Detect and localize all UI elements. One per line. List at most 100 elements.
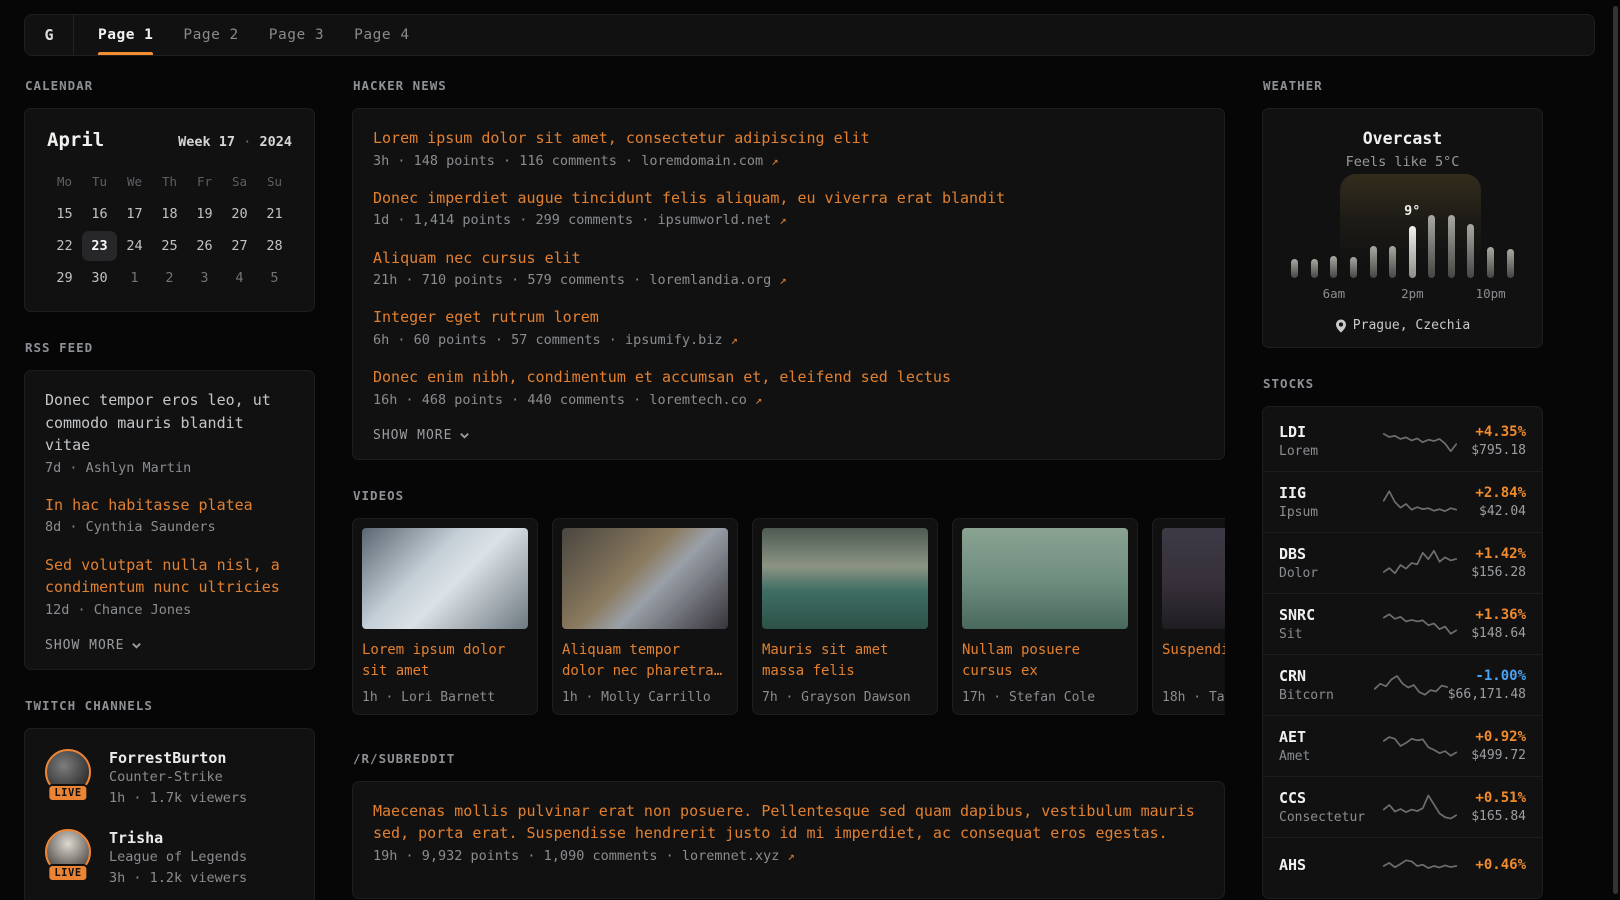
channel-category[interactable]: Counter-Strike: [109, 767, 247, 788]
hn-item-title[interactable]: Donec enim nibh, condimentum et accumsan…: [373, 366, 1204, 389]
video-thumbnail[interactable]: [562, 528, 728, 629]
calendar-day[interactable]: 4: [222, 263, 257, 293]
stock-price: $795.18: [1457, 443, 1526, 458]
scrollbar-thumb[interactable]: [1613, 6, 1618, 894]
tab-page-4[interactable]: Page 4: [354, 15, 409, 55]
rss-item-title[interactable]: Sed volutpat nulla nisl, a condimentum n…: [45, 554, 294, 599]
video-thumbnail[interactable]: [962, 528, 1128, 629]
calendar-day[interactable]: 30: [82, 263, 117, 293]
calendar-day[interactable]: 2: [152, 263, 187, 293]
stocks-section-title: STOCKS: [1263, 376, 1543, 391]
calendar-day[interactable]: 21: [257, 199, 292, 229]
video-thumbnail[interactable]: [762, 528, 928, 629]
video-thumbnail[interactable]: [362, 528, 528, 629]
weather-bar-slot: [1461, 200, 1481, 278]
calendar-day[interactable]: 19: [187, 199, 222, 229]
stock-row[interactable]: CRNBitcorn -1.00%$66,171.48: [1263, 654, 1542, 715]
calendar-day[interactable]: 26: [187, 231, 222, 261]
hn-item-title[interactable]: Lorem ipsum dolor sit amet, consectetur …: [373, 127, 1204, 150]
app-logo[interactable]: G: [25, 15, 74, 55]
calendar-day[interactable]: 18: [152, 199, 187, 229]
channel-name[interactable]: Trisha: [109, 829, 247, 847]
stock-row[interactable]: LDILorem +4.35%$795.18: [1263, 411, 1542, 471]
video-card[interactable]: Lorem ipsum dolor sit amet consectetu… 1…: [352, 518, 538, 715]
calendar-day[interactable]: 17: [117, 199, 152, 229]
calendar-day[interactable]: 22: [47, 231, 82, 261]
external-link-icon[interactable]: ↗: [731, 333, 738, 347]
weather-bar-slot: 9°: [1402, 200, 1422, 278]
video-card[interactable]: Nullam posuere cursus ex 17h · Stefan Co…: [952, 518, 1138, 715]
stock-change: +1.42%: [1457, 546, 1526, 562]
rss-item: Donec tempor eros leo, ut commodo mauris…: [45, 389, 294, 478]
stock-row[interactable]: DBSDolor +1.42%$156.28: [1263, 532, 1542, 593]
video-title[interactable]: Aliquam tempor dolor nec pharetra…: [562, 640, 728, 684]
calendar-day[interactable]: 20: [222, 199, 257, 229]
external-link-icon[interactable]: ↗: [755, 393, 762, 407]
hn-item-title[interactable]: Aliquam nec cursus elit: [373, 247, 1204, 270]
weather-location[interactable]: Prague, Czechia: [1279, 318, 1526, 333]
twitch-channel[interactable]: LIVE Trisha League of Legends 3h · 1.2k …: [45, 829, 294, 889]
video-title[interactable]: Nullam posuere cursus ex: [962, 640, 1128, 684]
tab-page-2[interactable]: Page 2: [183, 15, 238, 55]
video-card[interactable]: Mauris sit amet massa felis 7h · Grayson…: [752, 518, 938, 715]
tab-page-3[interactable]: Page 3: [269, 15, 324, 55]
stock-row[interactable]: SNRCSit +1.36%$148.64: [1263, 593, 1542, 654]
stock-row[interactable]: IIGIpsum +2.84%$42.04: [1263, 471, 1542, 532]
calendar-day[interactable]: 5: [257, 263, 292, 293]
video-title[interactable]: Lorem ipsum dolor sit amet consectetu…: [362, 640, 528, 684]
time-label: 6am: [1323, 286, 1346, 301]
stock-ticker: AET: [1279, 728, 1383, 746]
reddit-post-title[interactable]: Maecenas mollis pulvinar erat non posuer…: [373, 800, 1204, 845]
calendar-widget: April Week 17 · 2024 MoTuWeThFrSaSu15161…: [24, 108, 315, 312]
hn-item-meta: 6h · 60 points · 57 comments · ipsumify.…: [373, 330, 1204, 350]
stock-row[interactable]: CCSConsectetur +0.51%$165.84: [1263, 776, 1542, 837]
channel-meta: 1h · 1.7k viewers: [109, 788, 247, 809]
hn-show-more-button[interactable]: SHOW MORE: [373, 428, 1204, 443]
hn-item-title[interactable]: Integer eget rutrum lorem: [373, 306, 1204, 329]
calendar-day[interactable]: 16: [82, 199, 117, 229]
video-title[interactable]: Suspendisse diam: [1162, 640, 1225, 684]
video-thumbnail[interactable]: [1162, 528, 1225, 629]
external-link-icon[interactable]: ↗: [779, 213, 786, 227]
separator-dot: ·: [243, 134, 251, 150]
tab-page-1[interactable]: Page 1: [98, 15, 153, 55]
weather-location-text: Prague, Czechia: [1353, 318, 1470, 333]
calendar-dow-label: Sa: [222, 167, 257, 197]
hn-meta-text: 1d · 1,414 points · 299 comments · ipsum…: [373, 212, 771, 228]
calendar-day[interactable]: 29: [47, 263, 82, 293]
calendar-day-selected[interactable]: 23: [82, 231, 117, 261]
show-more-label: SHOW MORE: [373, 428, 452, 443]
rss-show-more-button[interactable]: SHOW MORE: [45, 638, 294, 653]
video-title[interactable]: Mauris sit amet massa felis: [762, 640, 928, 684]
stock-price: $156.28: [1457, 565, 1526, 580]
scrollbar[interactable]: [1613, 0, 1618, 900]
stock-row[interactable]: AHS +0.46%: [1263, 837, 1542, 894]
stock-ticker: LDI: [1279, 423, 1383, 441]
calendar-day[interactable]: 27: [222, 231, 257, 261]
video-card[interactable]: Aliquam tempor dolor nec pharetra… 1h · …: [552, 518, 738, 715]
twitch-channel[interactable]: LIVE ForrestBurton Counter-Strike 1h · 1…: [45, 749, 294, 809]
calendar-day[interactable]: 15: [47, 199, 82, 229]
calendar-day[interactable]: 24: [117, 231, 152, 261]
calendar-day[interactable]: 28: [257, 231, 292, 261]
hn-item-title[interactable]: Donec imperdiet augue tincidunt felis al…: [373, 187, 1204, 210]
rss-item-meta: 8d · Cynthia Saunders: [45, 517, 294, 537]
external-link-icon[interactable]: ↗: [771, 154, 778, 168]
external-link-icon[interactable]: ↗: [788, 849, 795, 863]
video-card[interactable]: Suspendisse diam 18h · Tara: [1152, 518, 1225, 715]
rss-item-title[interactable]: In hac habitasse platea: [45, 494, 294, 517]
weather-bar-slot: [1363, 200, 1383, 278]
tab-label: Page 2: [183, 27, 238, 43]
calendar-day[interactable]: 25: [152, 231, 187, 261]
weather-chart-bars: 9°: [1285, 200, 1520, 278]
channel-name[interactable]: ForrestBurton: [109, 749, 247, 767]
stock-price: $165.84: [1457, 809, 1526, 824]
calendar-day[interactable]: 1: [117, 263, 152, 293]
external-link-icon[interactable]: ↗: [779, 273, 786, 287]
channel-category[interactable]: League of Legends: [109, 847, 247, 868]
calendar-day[interactable]: 3: [187, 263, 222, 293]
stock-name: Sit: [1279, 627, 1383, 642]
stock-row[interactable]: AETAmet +0.92%$499.72: [1263, 715, 1542, 776]
calendar-dow-label: Su: [257, 167, 292, 197]
rss-item-title[interactable]: Donec tempor eros leo, ut commodo mauris…: [45, 389, 294, 457]
